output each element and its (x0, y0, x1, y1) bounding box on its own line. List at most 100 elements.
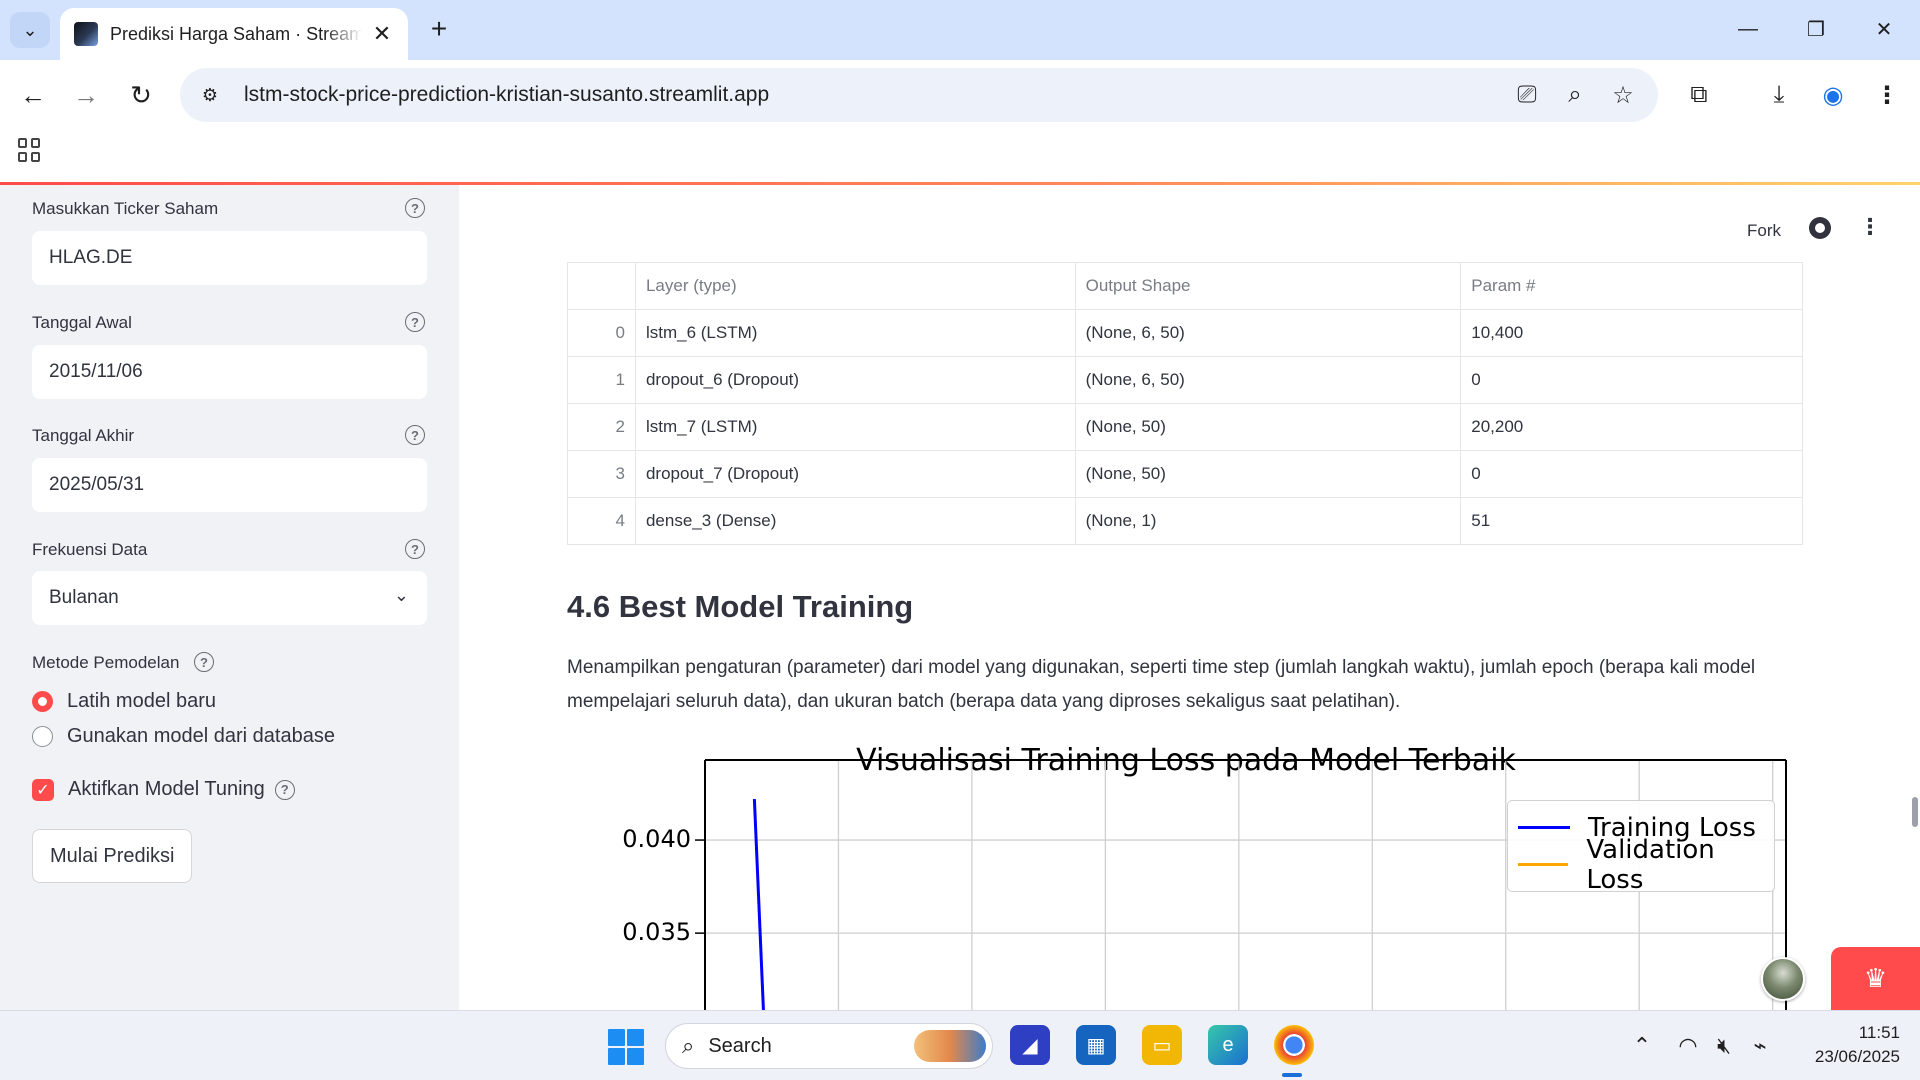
table-cell: dropout_7 (Dropout) (634, 450, 1076, 498)
taskbar-search[interactable]: ⌕ Search (665, 1023, 993, 1069)
chevron-up-icon[interactable]: ⌃ (1628, 1033, 1656, 1059)
edge-icon[interactable]: e (1208, 1025, 1248, 1065)
tab-close-icon[interactable]: ✕ (370, 21, 394, 47)
radio-label: Gunakan model dari database (67, 725, 335, 747)
chrome-icon[interactable] (1274, 1025, 1314, 1065)
frequency-label: Frekuensi Data (32, 540, 148, 559)
wifi-icon[interactable]: ◠ (1674, 1033, 1702, 1059)
active-app-indicator (1282, 1073, 1302, 1077)
avatar[interactable] (1761, 957, 1805, 1001)
bookmark-star-icon[interactable]: ☆ (1604, 76, 1642, 114)
github-icon[interactable] (1809, 217, 1831, 239)
bookmarks-bar (0, 130, 1920, 182)
scrollbar-thumb[interactable] (1912, 797, 1918, 827)
table-cell: (None, 1) (1074, 497, 1462, 545)
table-cell: (None, 50) (1074, 403, 1462, 451)
radio-option-new-model[interactable]: Latih model baru (32, 690, 216, 713)
table-cell: (None, 6, 50) (1074, 356, 1462, 404)
help-icon[interactable]: ? (194, 652, 214, 672)
zoom-icon[interactable]: ⌕ (1556, 76, 1594, 114)
extensions-icon[interactable]: ⧉ (1680, 76, 1718, 114)
table-row: 0 lstm_6 (LSTM) (None, 6, 50) 10,400 (567, 309, 1803, 357)
restore-icon[interactable]: ❐ (1794, 12, 1838, 46)
main-menu-icon[interactable]: ⋮ (1859, 215, 1881, 239)
table-row: 4 dense_3 (Dense) (None, 1) 51 (567, 497, 1803, 545)
search-icon: ⌕ (682, 1033, 695, 1058)
ticker-input[interactable]: HLAG.DE (32, 231, 427, 285)
table-cell: (None, 50) (1074, 450, 1462, 498)
address-url[interactable]: lstm-stock-price-prediction-kristian-sus… (244, 83, 769, 107)
ticker-label: Masukkan Ticker Saham (32, 199, 219, 218)
table-cell: dropout_6 (Dropout) (634, 356, 1076, 404)
table-cell: (None, 6, 50) (1074, 309, 1462, 357)
window-close-icon[interactable]: ✕ (1862, 12, 1906, 46)
help-icon[interactable]: ? (274, 779, 295, 800)
app-icon-m365[interactable]: ◢ (1010, 1025, 1050, 1065)
chevron-down-icon: ⌄ (22, 19, 38, 40)
legend-entry-validation: Validation Loss (1518, 835, 1774, 895)
store-icon[interactable]: ▦ (1076, 1025, 1116, 1065)
table-row: 3 dropout_7 (Dropout) (None, 50) 0 (567, 450, 1803, 498)
volume-muted-icon[interactable]: 🔇︎ (1710, 1033, 1738, 1059)
streamlit-favicon-icon (74, 22, 98, 46)
section-description: Menampilkan pengaturan (parameter) dari … (567, 657, 1756, 712)
radio-option-database-model[interactable]: Gunakan model dari database (32, 725, 335, 748)
taskbar: ⌕ Search ◢ ▦ ▭ e ⌃ ◠ 🔇︎ ⌁ 11:51 23/06/20… (0, 1010, 1920, 1080)
file-explorer-icon[interactable]: ▭ (1142, 1025, 1182, 1065)
radio-unselected-icon (32, 726, 53, 747)
table-row: 2 lstm_7 (LSTM) (None, 50) 20,200 (567, 403, 1803, 451)
taskbar-search-text: Search (708, 1034, 772, 1057)
tab-search-button[interactable]: ⌄ (10, 12, 50, 48)
browser-menu-icon[interactable]: ⋮ (1868, 76, 1906, 114)
row-index: 4 (567, 497, 636, 545)
help-icon[interactable]: ? (405, 312, 425, 332)
new-tab-icon[interactable]: + (424, 14, 454, 44)
site-info-icon[interactable]: ⚙ (188, 73, 232, 117)
tuning-checkbox[interactable]: ✓ Aktifkan Model Tuning ? (32, 778, 295, 801)
browser-toolbar: ← → ↻ ⚙ lstm-stock-price-prediction-kris… (0, 60, 1920, 130)
back-icon[interactable]: ← (14, 76, 52, 114)
legend-swatch-training (1518, 826, 1570, 829)
clock-time: 11:51 (1858, 1023, 1900, 1042)
download-icon[interactable]: ⤓ (1760, 76, 1798, 114)
forward-icon[interactable]: → (67, 76, 105, 114)
y-tick-label: 0.035 (622, 918, 691, 947)
frequency-select[interactable]: Bulanan ⌄ (32, 571, 427, 625)
minimize-icon[interactable]: — (1726, 12, 1770, 46)
table-cell: lstm_7 (LSTM) (634, 403, 1076, 451)
start-date-label: Tanggal Awal (32, 313, 132, 332)
start-date-input[interactable]: 2015/11/06 (32, 345, 427, 399)
table-cell: dense_3 (Dense) (634, 497, 1076, 545)
end-date-input[interactable]: 2025/05/31 (32, 458, 427, 512)
table-row: 1 dropout_6 (Dropout) (None, 6, 50) 0 (567, 356, 1803, 404)
sidebar: Masukkan Ticker Saham ? HLAG.DE Tanggal … (0, 185, 459, 1010)
row-index: 0 (567, 309, 636, 357)
model-summary-table: Layer (type) Output Shape Param # 0 lstm… (567, 262, 1803, 545)
radio-label: Latih model baru (67, 690, 216, 712)
table-header-cell: Layer (type) (634, 262, 1076, 310)
legend-swatch-validation (1518, 863, 1569, 866)
apps-grid-icon[interactable] (18, 138, 42, 162)
tuning-label: Aktifkan Model Tuning (68, 778, 265, 800)
profile-icon[interactable]: ◉ (1814, 76, 1852, 114)
system-clock[interactable]: 11:51 23/06/2025 (1788, 1021, 1900, 1069)
row-index: 1 (567, 356, 636, 404)
reload-icon[interactable]: ↻ (122, 76, 160, 114)
table-header-cell: Param # (1460, 262, 1803, 310)
start-prediction-button[interactable]: Mulai Prediksi (32, 829, 193, 883)
table-cell: 0 (1460, 356, 1803, 404)
battery-charging-icon[interactable]: ⌁ (1746, 1033, 1774, 1059)
fork-button[interactable]: Fork (1747, 221, 1781, 241)
help-icon[interactable]: ? (405, 425, 425, 445)
y-tick-label: 0.040 (622, 825, 691, 854)
browser-tab-bar: ⌄ Prediksi Harga Saham · Streamlit ✕ + —… (0, 0, 1920, 60)
help-icon[interactable]: ? (405, 198, 425, 218)
windows-start-icon[interactable] (608, 1029, 644, 1065)
browser-tab-active[interactable]: Prediksi Harga Saham · Streamlit ✕ (60, 8, 408, 60)
table-header-cell: Output Shape (1074, 262, 1462, 310)
help-icon[interactable]: ? (405, 539, 425, 559)
install-app-icon[interactable]: ⎚ (1508, 76, 1546, 114)
crown-icon[interactable]: ♛ (1831, 947, 1920, 1010)
series-line-training (752, 799, 765, 1010)
address-bar[interactable]: ⚙ lstm-stock-price-prediction-kristian-s… (180, 68, 1658, 122)
